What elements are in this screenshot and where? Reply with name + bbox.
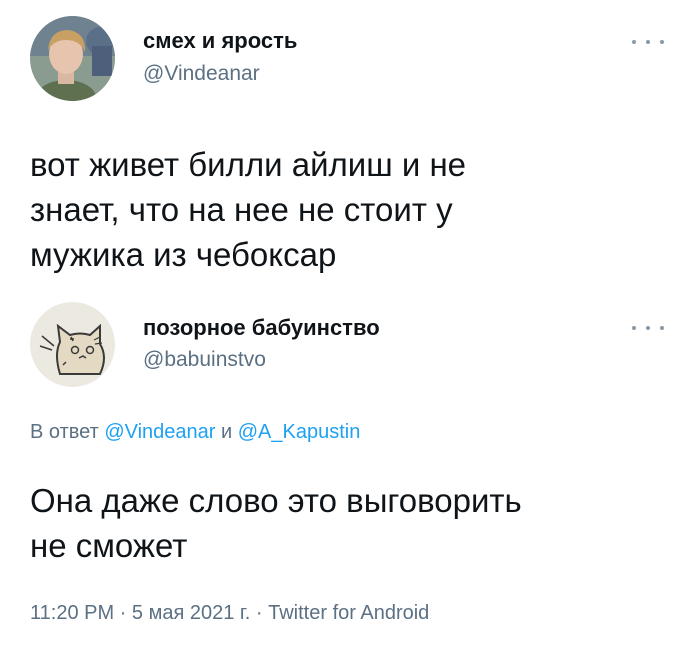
- reply-to-prefix: В ответ: [30, 421, 99, 443]
- more-horizontal-icon: [632, 40, 636, 44]
- meta-separator: ·: [119, 602, 127, 624]
- tweet-date[interactable]: 5 мая 2021 г.: [132, 602, 250, 624]
- more-horizontal-icon: [632, 326, 636, 330]
- tweet-text-line: Она даже слово это выговорить: [30, 482, 522, 519]
- tweet-time[interactable]: 11:20 PM: [30, 602, 114, 624]
- mention-link[interactable]: @Vindeanar: [104, 421, 215, 443]
- tweet-meta: 11:20 PM · 5 мая 2021 г. · Twitter for A…: [30, 602, 429, 625]
- tweet-text-line: знает, что на нее не стоит у: [30, 191, 453, 228]
- tweet-text-line: мужика из чебоксар: [30, 236, 337, 273]
- display-name[interactable]: смех и ярость: [143, 28, 297, 54]
- tweet-text: вот живет билли айлиш и не знает, что на…: [30, 142, 650, 277]
- reply-to-line: В ответ @Vindeanar и @A_Kapustin: [30, 421, 360, 444]
- original-tweet: смех и ярость @Vindeanar вот живет билли…: [0, 0, 700, 290]
- avatar-babuinstvo[interactable]: [30, 302, 115, 387]
- more-options-button[interactable]: [632, 320, 664, 336]
- avatar-vindeanar[interactable]: [30, 16, 115, 101]
- tweet-source[interactable]: Twitter for Android: [268, 602, 429, 624]
- tweet-text-line: вот живет билли айлиш и не: [30, 146, 467, 183]
- user-handle[interactable]: @babuinstvo: [143, 348, 266, 372]
- reply-tweet: позорное бабуинство @babuinstvo В ответ …: [0, 290, 700, 651]
- mention-link[interactable]: @A_Kapustin: [238, 421, 361, 443]
- reply-to-conjunction: и: [221, 421, 233, 443]
- display-name[interactable]: позорное бабуинство: [143, 315, 380, 341]
- tweet-text: Она даже слово это выговорить не сможет: [30, 478, 670, 568]
- more-options-button[interactable]: [632, 34, 664, 50]
- meta-separator: ·: [255, 602, 263, 624]
- user-handle[interactable]: @Vindeanar: [143, 62, 260, 86]
- tweet-text-line: не сможет: [30, 527, 188, 564]
